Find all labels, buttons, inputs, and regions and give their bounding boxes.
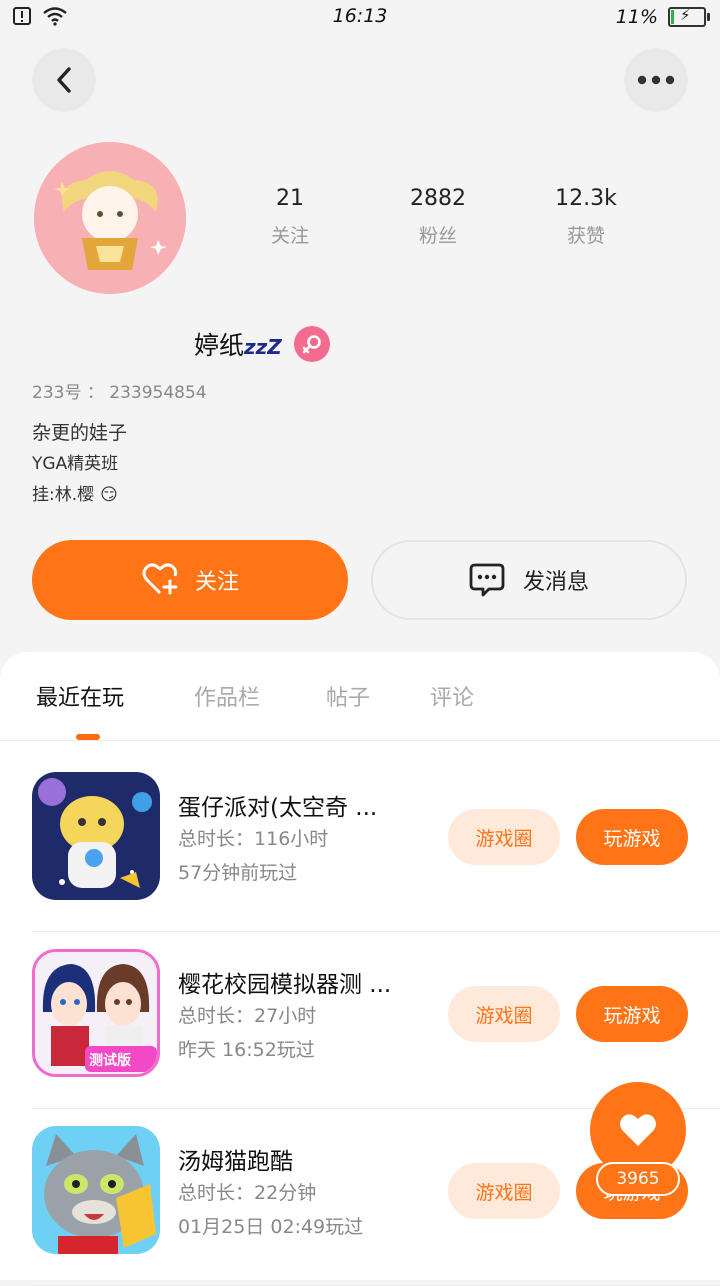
- game-title: 汤姆猫跑酷: [178, 1149, 293, 1175]
- status-bar: 16:13 11% ⚡: [0, 0, 720, 36]
- uid-separator: ：: [86, 383, 104, 403]
- game-icon-sakura-school[interactable]: 测试版: [32, 949, 160, 1077]
- duration-value: 27小时: [254, 1005, 317, 1027]
- game-row[interactable]: 汤姆猫跑酷 总时长：22分钟 01月25日 02:49玩过 游戏圈 玩游戏: [32, 1126, 720, 1286]
- stat-value: 12.3k: [555, 186, 617, 211]
- female-icon: [293, 326, 330, 362]
- duration-sep: ：: [235, 1182, 255, 1204]
- heart-icon: [620, 1114, 656, 1146]
- duration-value: 22分钟: [254, 1182, 317, 1204]
- duration-sep: ：: [235, 1005, 255, 1027]
- game-circle-button[interactable]: 游戏圈: [448, 1163, 560, 1219]
- battery-charging-icon: ⚡: [668, 6, 710, 27]
- game-last-played: 01月25日 02:49玩过: [178, 1216, 364, 1238]
- duration-sep: ：: [235, 828, 255, 850]
- stat-following[interactable]: 21 关注: [216, 186, 364, 248]
- chat-bubble-icon: [469, 563, 505, 597]
- stat-likes[interactable]: 12.3k 获赞: [512, 186, 660, 248]
- avatar-icon: [34, 142, 186, 294]
- play-game-button[interactable]: 玩游戏: [576, 809, 688, 865]
- row-divider: [32, 931, 720, 932]
- game-title: 蛋仔派对(太空奇 ...: [178, 795, 378, 821]
- uid-label: 233号: [32, 383, 82, 403]
- game-duration: 总时长：27小时: [178, 1001, 316, 1028]
- avatar[interactable]: [34, 142, 186, 294]
- name-row: 婷纸zzZ: [194, 326, 330, 362]
- tab-recent[interactable]: 最近在玩: [36, 680, 124, 712]
- uid-value: 233954854: [109, 383, 207, 403]
- bio-line: 杂更的娃子: [32, 422, 128, 444]
- more-button[interactable]: [624, 48, 688, 112]
- message-button[interactable]: 发消息: [371, 540, 687, 620]
- game-title: 樱花校园模拟器测 ...: [178, 972, 392, 998]
- profile-stats: 21 关注 2882 粉丝 12.3k 获赞: [216, 186, 660, 248]
- bio-line: YGA精英班: [32, 454, 119, 474]
- game-duration: 总时长：22分钟: [178, 1178, 316, 1205]
- duration-label: 总时长: [178, 1182, 236, 1204]
- game-circle-button[interactable]: 游戏圈: [448, 986, 560, 1042]
- duration-label: 总时长: [178, 1005, 236, 1027]
- profile-name-text: 婷纸: [194, 331, 245, 360]
- play-game-button[interactable]: 玩游戏: [576, 986, 688, 1042]
- message-label: 发消息: [522, 570, 589, 595]
- game-row[interactable]: 测试版 樱花校园模拟器测 ... 总时长：27小时 昨天 16:52玩过 游戏圈…: [32, 949, 720, 1109]
- game-icon-eggy-party[interactable]: [32, 772, 160, 900]
- status-time: 16:13: [332, 5, 388, 27]
- follow-button[interactable]: 关注: [32, 540, 348, 620]
- game-last-played: 昨天 16:52玩过: [178, 1039, 315, 1061]
- more-dots-icon: [637, 75, 675, 85]
- heart-plus-icon: [142, 563, 178, 595]
- game-circle-button[interactable]: 游戏圈: [448, 809, 560, 865]
- user-id-row: 233号 ： 233954854: [32, 378, 207, 403]
- battery-percent: 11%: [615, 6, 658, 28]
- game-last-played: 57分钟前玩过: [178, 862, 298, 884]
- back-button[interactable]: [32, 48, 96, 112]
- profile-name-suffix: zzZ: [244, 335, 282, 359]
- profile-name: 婷纸zzZ: [194, 326, 282, 362]
- tab-works[interactable]: 作品栏: [194, 680, 260, 712]
- stat-value: 21: [276, 186, 304, 211]
- status-right: 11% ⚡: [615, 6, 710, 28]
- back-arrow-icon: [57, 67, 71, 93]
- stat-label: 粉丝: [418, 225, 457, 247]
- tab-posts[interactable]: 帖子: [326, 680, 370, 712]
- stat-label: 获赞: [566, 225, 605, 247]
- game-row[interactable]: 蛋仔派对(太空奇 ... 总时长：116小时 57分钟前玩过 游戏圈 玩游戏: [32, 772, 720, 932]
- stat-value: 2882: [410, 186, 466, 211]
- stat-label: 关注: [270, 225, 309, 247]
- profile-bio: 杂更的娃子 YGA精英班 挂:林.樱 😏: [32, 418, 127, 511]
- game-duration: 总时长：116小时: [178, 824, 328, 851]
- tab-indicator: [76, 734, 100, 740]
- test-version-badge: 测试版: [89, 1053, 131, 1069]
- duration-value: 116小时: [254, 828, 329, 850]
- stat-fans[interactable]: 2882 粉丝: [364, 186, 512, 248]
- bio-line: 挂:林.樱 😏: [32, 480, 127, 511]
- tab-bar: 最近在玩 作品栏 帖子 评论: [0, 652, 720, 741]
- game-icon-talking-tom[interactable]: [32, 1126, 160, 1254]
- duration-label: 总时长: [178, 828, 236, 850]
- bio-line-text: 挂:林.樱: [32, 485, 95, 505]
- tab-comments[interactable]: 评论: [430, 680, 474, 712]
- bio-emoji: 😏: [100, 485, 118, 505]
- like-count-badge: 3965: [596, 1162, 680, 1196]
- follow-label: 关注: [194, 570, 239, 595]
